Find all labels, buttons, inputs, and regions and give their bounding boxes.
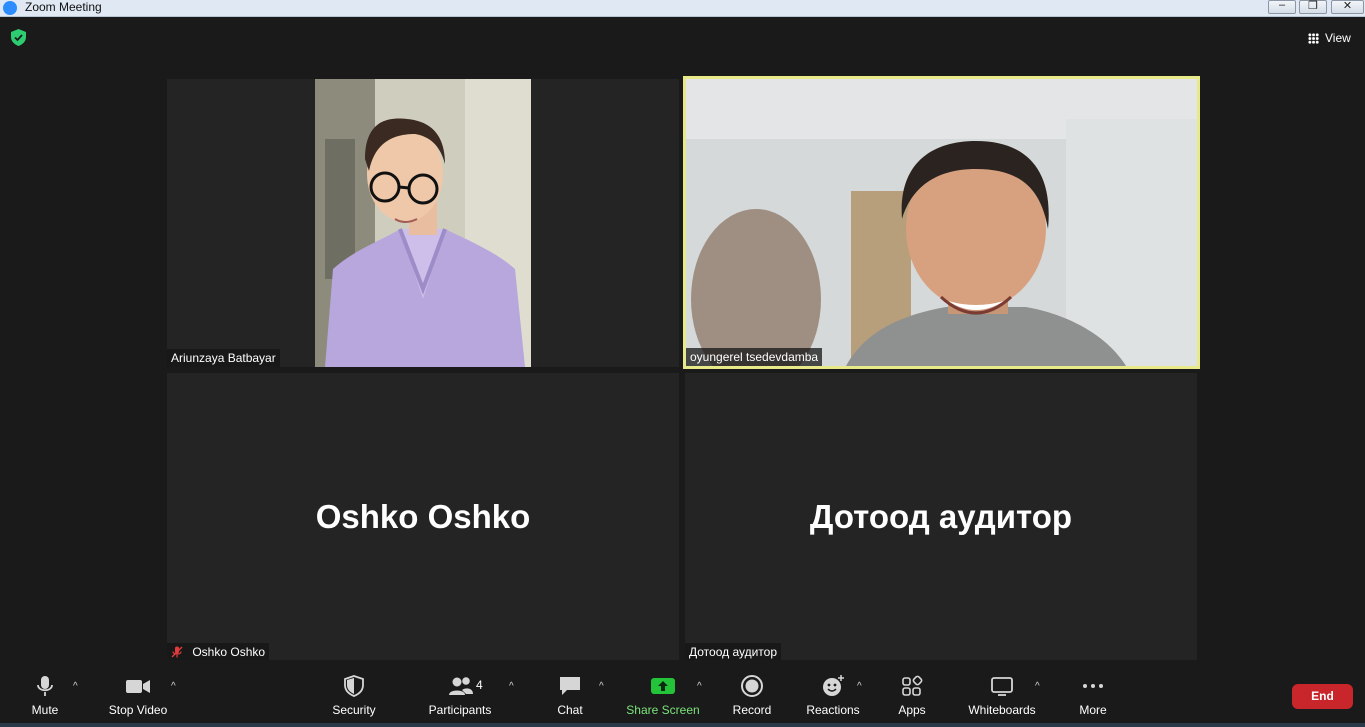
audio-options-caret[interactable]: ^	[73, 681, 78, 692]
microphone-icon	[37, 676, 53, 696]
zoom-app-icon	[3, 1, 17, 15]
mute-label: Mute	[31, 703, 59, 717]
participant-name-tag: oyungerel tsedevdamba	[686, 348, 823, 366]
participant-name-tag: Ariunzaya Batbayar	[167, 349, 280, 367]
share-screen-label: Share Screen	[626, 703, 700, 717]
close-button[interactable]: ✕	[1331, 0, 1364, 14]
minimize-icon: –	[1278, 0, 1286, 11]
video-tile-active-speaker[interactable]: oyungerel tsedevdamba	[683, 76, 1200, 369]
smiley-reaction-icon	[823, 675, 844, 696]
meeting-toolbar: Mute ^ Stop Video ^ Security Participant…	[0, 660, 1365, 727]
record-icon	[741, 675, 763, 697]
stop-video-button[interactable]: Stop Video	[103, 660, 173, 722]
video-tile[interactable]: Дотоод аудитор Дотоод аудитор	[685, 373, 1197, 661]
record-label: Record	[732, 703, 772, 717]
restore-icon: ❐	[1308, 0, 1318, 12]
view-label: View	[1325, 31, 1351, 45]
security-label: Security	[332, 703, 376, 717]
chat-button[interactable]: Chat	[545, 660, 595, 722]
whiteboards-label: Whiteboards	[968, 703, 1036, 717]
window-title: Zoom Meeting	[25, 0, 102, 14]
end-meeting-button[interactable]: End	[1292, 684, 1353, 709]
more-dots-icon	[1083, 684, 1103, 688]
participants-label: Participants	[428, 703, 492, 717]
security-button[interactable]: Security	[324, 660, 384, 722]
chat-bubble-icon	[560, 677, 580, 695]
whiteboards-options-caret[interactable]: ^	[1035, 681, 1040, 692]
participant-video	[315, 79, 531, 367]
share-screen-button[interactable]: Share Screen	[625, 660, 701, 722]
grid-icon	[1308, 33, 1319, 44]
meeting-area: View Ariunzaya Batbayar oyungerel tsedev…	[0, 18, 1365, 661]
stop-video-label: Stop Video	[108, 703, 168, 717]
whiteboards-button[interactable]: Whiteboards	[962, 660, 1042, 722]
participant-name: Ariunzaya Batbayar	[171, 351, 276, 365]
video-tile[interactable]: Ariunzaya Batbayar	[167, 79, 679, 367]
participant-display-name: Oshko Oshko	[315, 498, 531, 535]
participant-video-image	[686, 79, 1197, 366]
participants-button[interactable]: Participants	[425, 660, 495, 722]
close-icon: ✕	[1342, 0, 1353, 12]
reactions-button[interactable]: Reactions	[802, 660, 864, 722]
whiteboard-icon	[991, 677, 1013, 696]
video-camera-icon	[126, 680, 150, 693]
video-tile[interactable]: Oshko Oshko Oshko Oshko	[167, 373, 679, 661]
participant-name-tag: Oshko Oshko	[167, 643, 270, 661]
participants-count-badge: 4	[476, 678, 483, 692]
record-button[interactable]: Record	[727, 660, 777, 722]
apps-icon	[902, 675, 923, 696]
participant-name: oyungerel tsedevdamba	[690, 350, 819, 364]
chat-label: Chat	[557, 703, 583, 717]
taskbar-edge	[0, 723, 1365, 727]
maximize-button[interactable]: ❐	[1299, 0, 1327, 14]
participants-options-caret[interactable]: ^	[509, 681, 514, 692]
apps-label: Apps	[898, 703, 926, 717]
participants-icon	[449, 677, 473, 695]
participant-name-tag: Дотоод аудитор	[685, 643, 782, 661]
mute-button[interactable]: Mute	[20, 660, 70, 722]
mic-muted-icon	[171, 646, 183, 658]
window-titlebar: Zoom Meeting – ❐ ✕	[0, 0, 1365, 17]
reactions-label: Reactions	[806, 703, 860, 717]
share-screen-arrow-icon	[651, 678, 675, 694]
minimize-button[interactable]: –	[1268, 0, 1296, 14]
share-options-caret[interactable]: ^	[697, 681, 702, 692]
participant-name: Дотоод аудитор	[689, 645, 778, 659]
more-button[interactable]: More	[1068, 660, 1118, 722]
participant-display-name: Дотоод аудитор	[809, 498, 1073, 535]
encryption-shield-icon[interactable]	[11, 29, 26, 46]
participant-name: Oshko Oshko	[192, 645, 266, 659]
participant-video-image	[315, 79, 531, 367]
participant-video	[686, 79, 1197, 366]
apps-button[interactable]: Apps	[887, 660, 937, 722]
video-options-caret[interactable]: ^	[171, 681, 176, 692]
view-button[interactable]: View	[1304, 28, 1360, 48]
reactions-options-caret[interactable]: ^	[857, 681, 862, 692]
chat-options-caret[interactable]: ^	[599, 681, 604, 692]
security-shield-icon	[344, 675, 364, 697]
more-label: More	[1079, 703, 1107, 717]
